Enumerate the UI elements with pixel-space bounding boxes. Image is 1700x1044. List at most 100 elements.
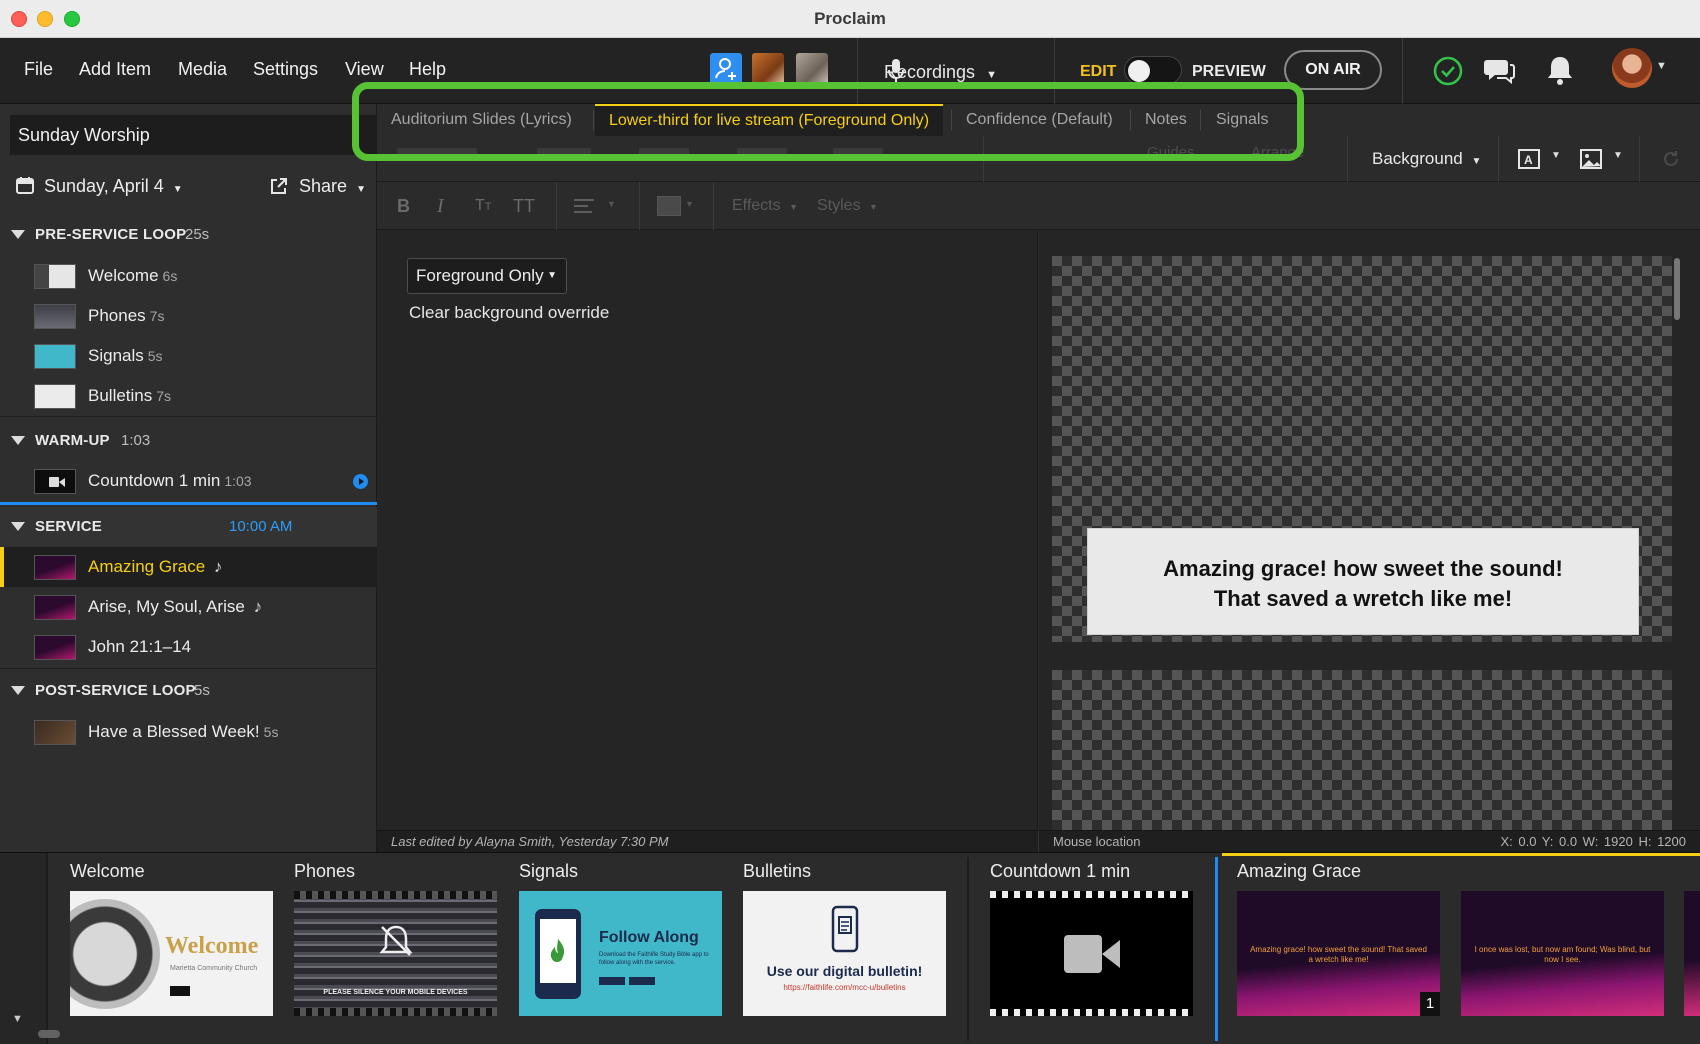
toolbar-divider [556, 182, 557, 230]
bulletins-slide-thumbnail: Use our digital bulletin! https://faithl… [743, 891, 946, 1016]
section-service[interactable]: SERVICE 10:00 AM [0, 507, 377, 547]
collapse-triangle-icon[interactable] [11, 436, 25, 445]
sidebar-item-signals[interactable]: Signals 5s [0, 336, 377, 376]
filmstrip-gutter: ▼ [0, 853, 48, 1044]
slide-lyric-text: I once was lost, but now am found; Was b… [1474, 945, 1651, 964]
collaborator-avatar[interactable] [796, 53, 828, 85]
preview-canvas-next[interactable] [1052, 670, 1672, 830]
preview-scrollbar[interactable] [1674, 258, 1680, 320]
recordings-label: Recordings [884, 62, 976, 82]
welcome-slide-thumbnail: Welcome Marietta Community Church [70, 891, 273, 1016]
chevron-down-icon: ▼ [869, 202, 878, 212]
phones-thumbnail [34, 304, 76, 329]
chevron-down-icon: ▼ [547, 270, 557, 281]
sidebar-item-phones[interactable]: Phones 7s [0, 296, 377, 336]
sync-status-check-icon[interactable] [1432, 55, 1464, 92]
menu-settings[interactable]: Settings [253, 38, 318, 100]
item-label: Phones 7s [88, 306, 165, 325]
menu-media[interactable]: Media [178, 38, 227, 100]
bulletin-slide-url: https://faithlife.com/mcc-u/bulletins [783, 983, 906, 992]
collaborator-avatar[interactable] [752, 53, 784, 85]
filmstrip-border [294, 891, 497, 899]
filmstrip-slide-welcome[interactable]: Welcome Welcome Marietta Community Churc… [70, 853, 273, 1044]
filmstrip-slide-signals[interactable]: Signals Follow Along Download the Faithl… [519, 853, 722, 1044]
text-color-swatch[interactable] [657, 196, 681, 216]
toolbar-divider [639, 182, 640, 230]
sidebar-item-amazing-grace[interactable]: Amazing Grace ♪ [0, 547, 377, 587]
filmstrip-slide-phones[interactable]: Phones PLEASE SILENCE YOUR MOBILE DEVICE… [294, 853, 497, 1044]
chevron-down-icon[interactable]: ▼ [1656, 60, 1667, 72]
lyric-line-2: That saved a wretch like me! [1213, 586, 1513, 611]
italic-button[interactable]: I [437, 182, 444, 230]
chevron-down-icon[interactable]: ▼ [1613, 150, 1623, 161]
filmstrip-slide-countdown[interactable]: Countdown 1 min [990, 853, 1193, 1044]
image-icon[interactable] [1579, 148, 1603, 175]
edit-preview-toggle[interactable] [1124, 56, 1182, 84]
refresh-icon[interactable] [1661, 149, 1681, 174]
sidebar-item-countdown[interactable]: Countdown 1 min 1:03 [0, 461, 377, 501]
dropdown-value: Foreground Only [416, 266, 544, 285]
slide-editor-panel: Foreground Only ▼ Clear background overr… [377, 230, 1038, 830]
chevron-down-icon[interactable]: ▼ [1551, 150, 1561, 161]
date-dropdown[interactable]: Sunday, April 4 ▼ [44, 166, 183, 210]
align-left-icon[interactable] [573, 197, 595, 220]
section-pre-service-loop[interactable]: PRE-SERVICE LOOP 25s [0, 215, 377, 255]
filmstrip-slide-bulletins[interactable]: Bulletins Use our digital bulletin! http… [743, 853, 946, 1044]
bell-icon[interactable] [1546, 54, 1574, 91]
sidebar-item-blessed-week[interactable]: Have a Blessed Week! 5s [0, 712, 377, 752]
service-title[interactable]: Sunday Worship [10, 115, 377, 155]
add-collaborator-icon[interactable] [710, 53, 742, 85]
menu-file[interactable]: File [24, 38, 53, 100]
chevron-down-icon[interactable]: ▼ [12, 1013, 23, 1025]
sidebar-item-bulletins[interactable]: Bulletins 7s [0, 376, 377, 416]
amazing-grace-slide-2[interactable]: I once was lost, but now am found; Was b… [1461, 891, 1664, 1016]
toggle-knob [1128, 60, 1150, 82]
filmstrip-scrollbar[interactable] [38, 1030, 60, 1038]
title-bar: Proclaim [0, 0, 1700, 38]
selection-marker [0, 547, 4, 587]
svg-text:A: A [1524, 153, 1533, 167]
amazing-grace-slide-1[interactable]: Amazing grace! how sweet the sound! That… [1237, 891, 1440, 1016]
bold-button[interactable]: B [397, 182, 410, 230]
arise-thumbnail [34, 595, 76, 620]
collapse-triangle-icon[interactable] [11, 522, 25, 531]
text-box-icon[interactable]: A [1517, 148, 1541, 175]
clear-background-override-link[interactable]: Clear background override [409, 301, 609, 325]
menu-add-item[interactable]: Add Item [79, 38, 151, 100]
sidebar-item-arise[interactable]: Arise, My Soul, Arise ♪ [0, 587, 377, 627]
chevron-down-icon: ▼ [356, 184, 366, 195]
collapse-triangle-icon[interactable] [11, 686, 25, 695]
sidebar-item-welcome[interactable]: Welcome 6s [0, 256, 377, 296]
chevron-down-icon[interactable]: ▼ [685, 199, 694, 209]
bulletin-slide-title: Use our digital bulletin! [766, 963, 923, 979]
lower-third-lyric-box[interactable]: Amazing grace! how sweet the sound! That… [1087, 528, 1639, 635]
all-caps-button[interactable]: TT [513, 182, 535, 230]
signals-thumbnail [34, 344, 76, 369]
item-label: Countdown 1 min 1:03 [88, 471, 252, 490]
collapse-triangle-icon[interactable] [11, 230, 25, 239]
background-dropdown[interactable]: Background ▼ [1372, 136, 1481, 185]
chat-icon[interactable] [1482, 55, 1516, 92]
phone-screen [540, 919, 576, 983]
service-start-time[interactable]: 10:00 AM [229, 507, 292, 547]
section-post-service-loop[interactable]: POST-SERVICE LOOP 5s [0, 671, 377, 711]
toolbar-divider [1639, 136, 1640, 182]
welcome-thumbnail [34, 264, 76, 289]
item-label: John 21:1–14 [88, 637, 192, 656]
styles-dropdown[interactable]: Styles ▼ [817, 182, 878, 231]
section-warm-up[interactable]: WARM-UP 1:03 [0, 421, 377, 461]
share-button[interactable]: Share ▼ [270, 166, 366, 210]
section-name: WARM-UP [35, 432, 110, 449]
share-label: Share [299, 176, 348, 196]
amazing-grace-slide-3-partial[interactable] [1684, 891, 1700, 1016]
foreground-only-dropdown[interactable]: Foreground Only ▼ [407, 258, 567, 294]
effects-dropdown[interactable]: Effects ▼ [732, 182, 798, 231]
phone-image [535, 909, 581, 999]
small-caps-button[interactable]: TT [475, 182, 492, 231]
user-avatar[interactable] [1612, 48, 1652, 88]
chevron-down-icon[interactable]: ▼ [607, 199, 616, 209]
section-name: PRE-SERVICE LOOP [35, 226, 187, 243]
filmstrip-slide-amazing-grace[interactable]: Amazing Grace Amazing grace! how sweet t… [1237, 853, 1700, 1044]
on-air-button[interactable]: ON AIR [1284, 50, 1382, 90]
sidebar-item-john[interactable]: John 21:1–14 [0, 627, 377, 667]
